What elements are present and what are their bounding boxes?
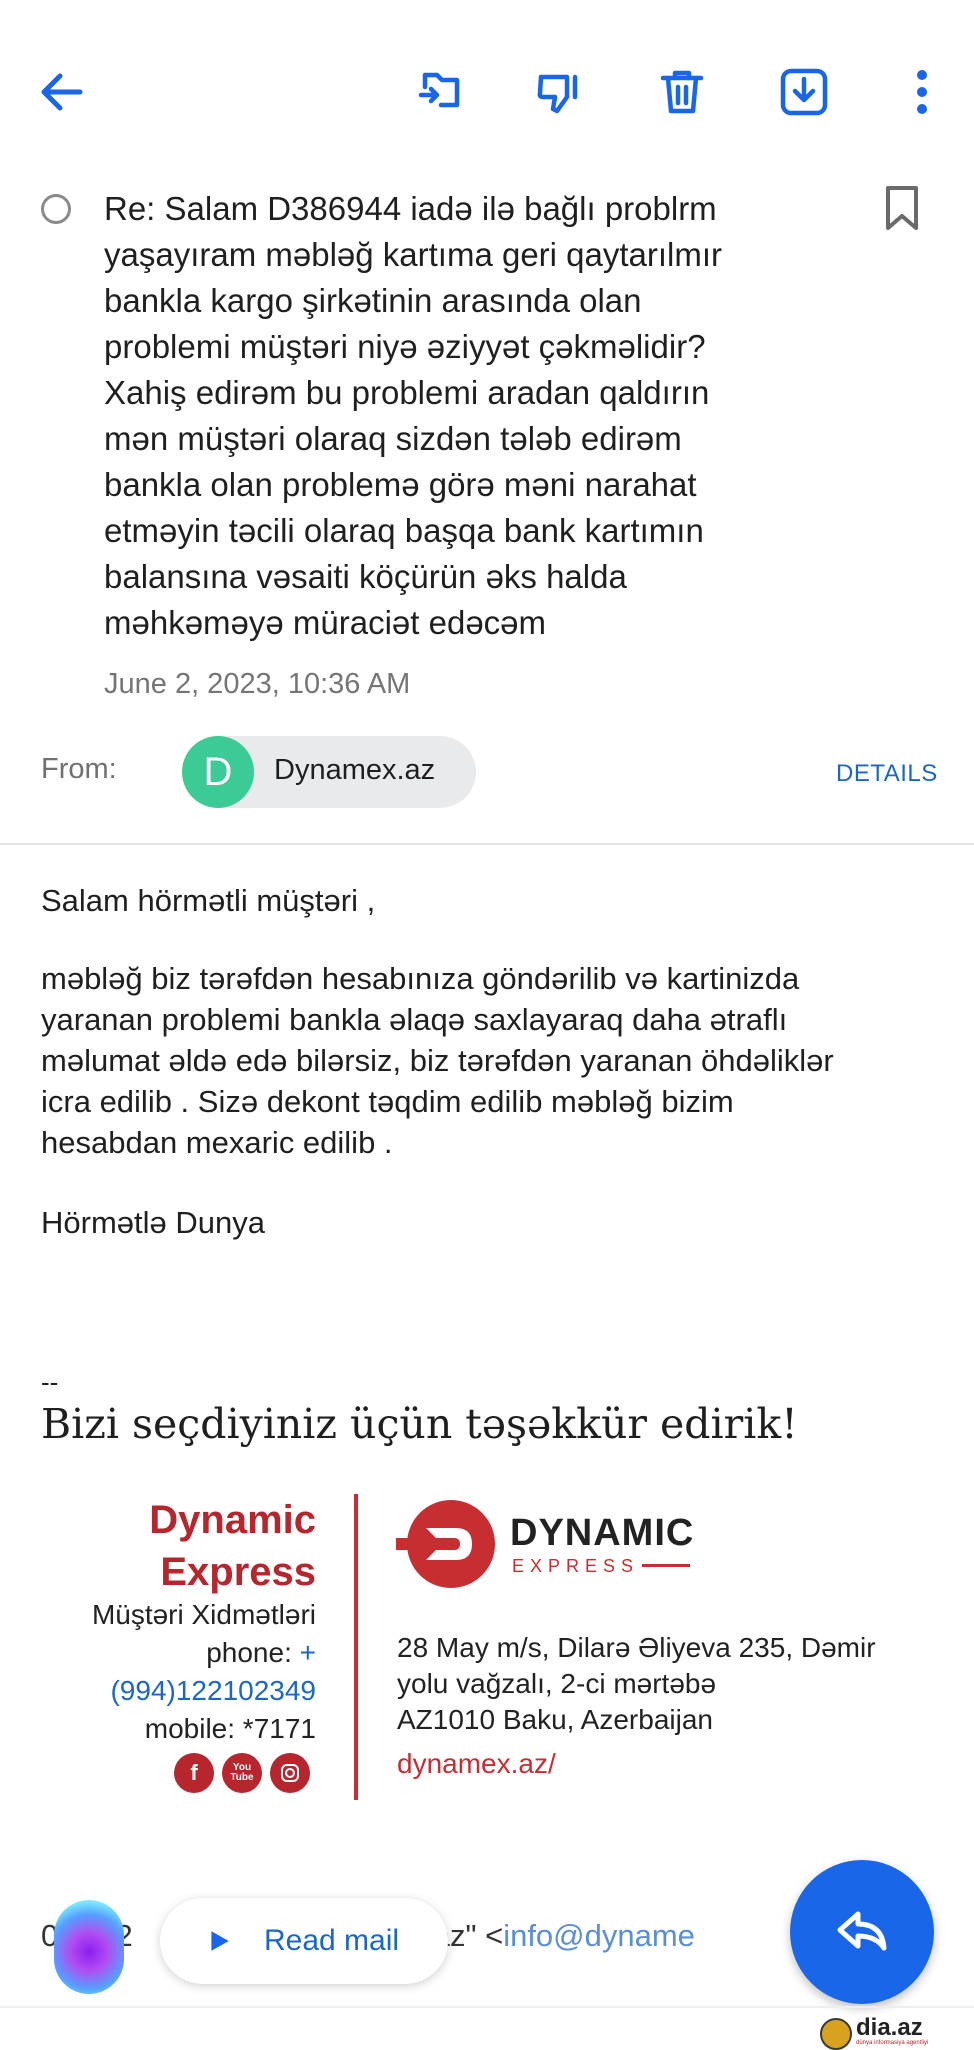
dynamic-express-logo: DYNAMIC EXPRESS [396, 1494, 696, 1594]
watermark-sub: dünya informasiya agentliyi [856, 2040, 929, 2046]
address-line: yolu vağzalı, 2-ci mərtəbə [397, 1668, 717, 1699]
body-line: yaranan problemi bankla əlaqə saxlayaraq… [41, 1002, 788, 1037]
header-divider [0, 843, 974, 845]
trash-icon [660, 70, 704, 114]
unread-toggle[interactable] [41, 194, 71, 224]
mobile: mobile: *7171 [144, 1713, 316, 1744]
archive-button[interactable] [774, 62, 834, 122]
address-line: 28 May m/s, Dilarə Əliyeva 235, Dəmir [397, 1632, 876, 1663]
play-icon [211, 1931, 229, 1951]
email-date: June 2, 2023, 10:36 AM [104, 668, 411, 700]
youtube-icon[interactable]: You Tube [222, 1753, 262, 1793]
dia-watermark: dia.az dünya informasiya agentliyi [818, 2014, 968, 2050]
address-line: AZ1010 Baku, Azerbaijan [397, 1704, 713, 1735]
reply-button[interactable] [790, 1860, 934, 2004]
more-options-button[interactable] [892, 62, 952, 122]
bookmark-button[interactable] [884, 184, 920, 232]
download-box-icon [780, 68, 828, 116]
sender-name: Dynamex.az [274, 754, 436, 786]
brand-line: Express [160, 1550, 316, 1594]
watermark-globe-icon [820, 2018, 852, 2050]
body-line: məbləğ biz tərəfdən hesabınıza göndərili… [41, 961, 800, 996]
subject-line: bankla olan problemə görə məni narahat [104, 466, 697, 503]
sender-chip[interactable]: D Dynamex.az [182, 736, 476, 808]
department: Müştəri Xidmətləri [91, 1599, 316, 1630]
assistant-orb[interactable] [54, 1900, 124, 1994]
logo-word-express: EXPRESS [512, 1556, 640, 1576]
from-label: From: [41, 753, 117, 785]
subject-line: balansına vəsaiti köçürün əks halda [104, 558, 627, 595]
move-to-folder-button[interactable] [410, 62, 470, 122]
signature-address: 28 May m/s, Dilarə Əliyeva 235, Dəmir yo… [397, 1630, 876, 1782]
email-subject: Re: Salam D386944 iadə ilə bağlı problrm… [104, 186, 824, 646]
avatar: D [182, 736, 254, 808]
closing: Hörmətlə Dunya [41, 1205, 265, 1240]
quoted-email-link[interactable]: info@dyname [503, 1918, 695, 1953]
phone-number[interactable]: (994)122102349 [92, 1672, 316, 1710]
dislike-button[interactable] [530, 62, 590, 122]
greeting: Salam hörmətli müştəri , [41, 883, 376, 918]
read-mail-button[interactable]: Read mail [160, 1898, 448, 1984]
subject-line: Re: Salam D386944 iadə ilə bağlı problrm [104, 190, 717, 227]
back-button[interactable] [32, 62, 92, 122]
instagram-glyph-icon [281, 1764, 299, 1782]
logo-speed-lines [642, 1564, 690, 1567]
instagram-icon[interactable] [270, 1753, 310, 1793]
signature-brand: Dynamic Express [149, 1494, 316, 1598]
reply-icon [837, 1911, 887, 1951]
subject-line: yaşayıram məbləğ kartıma geri qaytarılmı… [104, 236, 723, 273]
phone-plus[interactable]: + [300, 1637, 316, 1668]
subject-line: mən müştəri olaraq sizdən tələb edirəm [104, 420, 682, 457]
brand-line: Dynamic [149, 1498, 316, 1542]
more-vertical-icon [917, 70, 927, 114]
body-line: icra edilib . Sizə dekont təqdim edilib … [41, 1084, 734, 1119]
thank-you-heading: Bizi seçdiyiniz üçün təşəkkür edirik! [41, 1400, 798, 1448]
move-to-folder-icon [418, 72, 460, 108]
thumbs-down-icon [537, 74, 578, 114]
phone-row: phone: + [92, 1634, 316, 1672]
subject-line: problemi müştəri niyə əziyyət çəkməlidir… [104, 328, 706, 365]
subject-line: məhkəməyə müraciət edəcəm [104, 604, 547, 641]
subject-line: bankla kargo şirkətinin arasında olan [104, 282, 642, 319]
arrow-left-icon [41, 73, 83, 111]
bottom-divider [0, 2006, 974, 2008]
body-line: hesabdan mexaric edilib . [41, 1125, 393, 1160]
logo-mark-icon [396, 1500, 495, 1588]
signature-divider [354, 1494, 358, 1800]
facebook-icon[interactable]: f [174, 1753, 214, 1793]
logo-word-dynamic: DYNAMIC [510, 1512, 695, 1554]
details-link[interactable]: DETAILS [836, 760, 938, 788]
signature-contacts: Müştəri Xidmətləri phone: + (994)1221023… [92, 1596, 316, 1748]
bookmark-icon [886, 186, 918, 230]
delete-button[interactable] [652, 62, 712, 122]
body-line: məlumat əldə edə bilərsiz, biz tərəfdən … [41, 1043, 834, 1078]
body-paragraph: məbləğ biz tərəfdən hesabınıza göndərili… [41, 958, 834, 1163]
watermark-logo: dia.az [856, 2014, 923, 2041]
read-mail-label: Read mail [264, 1924, 400, 1957]
phone-label: phone: [206, 1637, 292, 1668]
signature-separator: -- [41, 1367, 59, 1397]
subject-line: Xahiş edirəm bu problemi aradan qaldırın [104, 374, 710, 411]
subject-line: etməyin təcili olaraq başqa bank kartımı… [104, 512, 704, 549]
website-link[interactable]: dynamex.az/ [397, 1746, 876, 1782]
